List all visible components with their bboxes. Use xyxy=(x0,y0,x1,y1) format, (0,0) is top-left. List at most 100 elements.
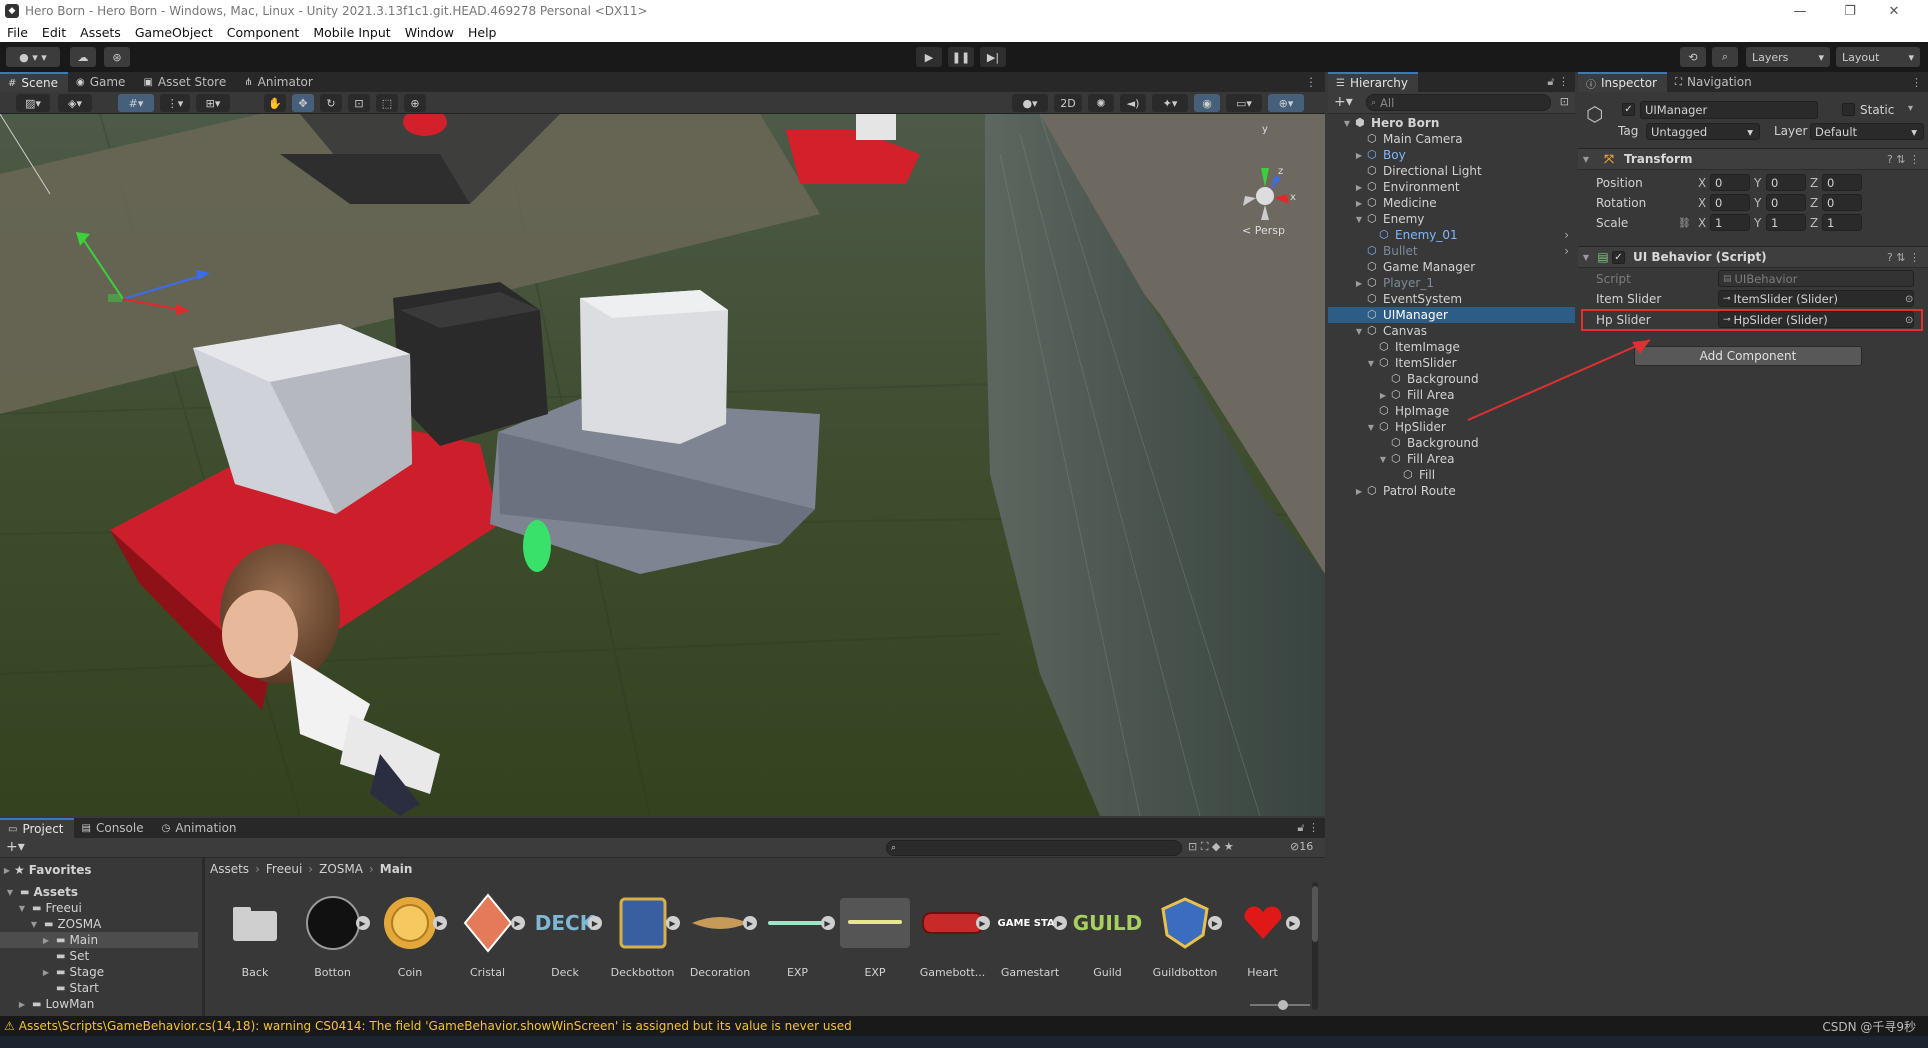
expand-arrow-icon[interactable]: ▼ xyxy=(1354,327,1364,336)
asset-item[interactable]: ▶ Botton xyxy=(296,890,370,979)
menu-window[interactable]: Window xyxy=(398,25,461,40)
transform-y-field[interactable]: 0 xyxy=(1766,174,1806,191)
gizmos-button[interactable]: ⊕▾ xyxy=(1268,94,1304,112)
tab-navigation[interactable]: ⛶ Navigation xyxy=(1667,72,1762,92)
cloud-icon[interactable]: ☁ xyxy=(70,47,96,67)
scene-menu-icon[interactable]: ⋮ xyxy=(1297,72,1325,92)
expand-sprite-icon[interactable]: ▶ xyxy=(433,916,447,930)
axis-x-label[interactable]: X xyxy=(1698,216,1706,230)
hierarchy-item[interactable]: ▼ ⬡ Enemy xyxy=(1328,211,1575,227)
breadcrumb-main[interactable]: Main xyxy=(380,862,413,876)
asset-item[interactable]: GAME STAR ▶ Gamestart xyxy=(993,890,1067,979)
tab-inspector[interactable]: ⓘ Inspector xyxy=(1578,72,1667,92)
folder-arrow-icon[interactable]: ▶ xyxy=(40,936,52,945)
expand-arrow-icon[interactable]: ▼ xyxy=(1378,455,1388,464)
status-bar[interactable]: ⚠ Assets\Scripts\GameBehavior.cs(14,18):… xyxy=(0,1016,1928,1036)
layout-dropdown[interactable]: Layout ▾ xyxy=(1836,47,1920,67)
camera-button[interactable]: ▭▾ xyxy=(1226,94,1262,112)
asset-item[interactable]: ▶ Coin xyxy=(373,890,447,979)
move-tool-icon[interactable]: ✥ xyxy=(292,94,314,112)
menu-gameobject[interactable]: GameObject xyxy=(128,25,220,40)
hierarchy-item[interactable]: ▶ ⬡ Environment xyxy=(1328,179,1575,195)
transform-x-field[interactable]: 0 xyxy=(1710,194,1750,211)
shading-button[interactable]: ●▾ xyxy=(1012,94,1048,112)
lighting-icon[interactable]: ✺ xyxy=(1088,94,1114,112)
project-folder-item[interactable]: ▼ ▬ Assets xyxy=(0,884,198,900)
project-folder-item[interactable]: ▼ ▬ ZOSMA xyxy=(0,916,198,932)
transform-z-field[interactable]: 0 xyxy=(1822,174,1862,191)
component-settings-icon[interactable]: ? ⇅ ⋮ xyxy=(1887,153,1920,166)
asset-item[interactable]: ▶ Gamebott... xyxy=(916,890,990,979)
axis-y-label[interactable]: Y xyxy=(1754,176,1761,190)
grid-snap-button[interactable]: #▾ xyxy=(118,94,154,112)
static-checkbox[interactable]: ✓ xyxy=(1842,103,1855,116)
menu-component[interactable]: Component xyxy=(220,25,307,40)
expand-sprite-icon[interactable]: ▶ xyxy=(588,916,602,930)
axis-y-label[interactable]: Y xyxy=(1754,216,1761,230)
transform-header[interactable]: ▼ ⤧ Transform ? ⇅ ⋮ xyxy=(1578,148,1928,170)
expand-sprite-icon[interactable]: ▶ xyxy=(355,916,370,930)
expand-sprite-icon[interactable]: ▶ xyxy=(510,916,525,930)
menu-file[interactable]: File xyxy=(0,25,35,40)
project-folder-item[interactable]: ▼ ▬ Freeui xyxy=(0,900,198,916)
tab-project[interactable]: ▭ Project xyxy=(0,818,74,838)
project-folder-item[interactable]: ▶ ▬ Stage xyxy=(0,964,198,980)
expand-sprite-icon[interactable]: ▶ xyxy=(665,916,680,930)
asset-item[interactable]: ▶ Decoration xyxy=(683,890,757,979)
asset-item[interactable]: DECK ▶ Deck xyxy=(528,890,602,979)
expand-arrow-icon[interactable]: ▼ xyxy=(1366,423,1376,432)
scale-tool-icon[interactable]: ⊡ xyxy=(348,94,370,112)
rotate-tool-icon[interactable]: ↻ xyxy=(320,94,342,112)
transform-z-field[interactable]: 0 xyxy=(1822,194,1862,211)
asset-item[interactable]: ▶ EXP xyxy=(761,890,835,979)
project-folder-item[interactable]: ▶ ▬ LowMan xyxy=(0,996,198,1012)
component-enabled-checkbox[interactable]: ✓ xyxy=(1612,250,1625,264)
hand-tool-icon[interactable]: ✋ xyxy=(264,94,286,112)
rect-tool-icon[interactable]: ⬚ xyxy=(376,94,398,112)
hierarchy-item[interactable]: ⬡ UIManager xyxy=(1328,307,1575,323)
hierarchy-item[interactable]: ⬡ Enemy_01 › xyxy=(1328,227,1575,243)
expand-sprite-icon[interactable]: ▶ xyxy=(1208,916,1222,930)
expand-sprite-icon[interactable]: ▶ xyxy=(743,916,757,930)
increment-snap-button[interactable]: ⊞▾ xyxy=(196,94,230,112)
hierarchy-item[interactable]: ⬡ Fill xyxy=(1328,467,1575,483)
expand-arrow-icon[interactable]: ▼ xyxy=(1366,359,1376,368)
hierarchy-item[interactable]: ⬡ Game Manager xyxy=(1328,259,1575,275)
hierarchy-item[interactable]: ⬡ Bullet › xyxy=(1328,243,1575,259)
folder-arrow-icon[interactable]: ▼ xyxy=(16,904,28,913)
folder-arrow-icon[interactable]: ▼ xyxy=(28,920,40,929)
asset-item[interactable]: ▶ Deckbotton xyxy=(606,890,680,979)
prefab-open-icon[interactable]: › xyxy=(1564,228,1569,242)
prefab-open-icon[interactable]: › xyxy=(1564,244,1569,258)
zoom-slider[interactable] xyxy=(1250,1000,1310,1010)
breadcrumb-assets[interactable]: Assets xyxy=(210,862,249,876)
collapse-arrow-icon[interactable]: ▼ xyxy=(1578,155,1594,164)
grid-icon[interactable]: ⋮▾ xyxy=(160,94,190,112)
hierarchy-search-input[interactable]: ⌕ All xyxy=(1366,94,1551,111)
folder-arrow-icon[interactable]: ▶ xyxy=(40,968,52,977)
tab-animator[interactable]: ⋔ Animator xyxy=(236,72,323,92)
hierarchy-item[interactable]: ▶ ⬡ Boy xyxy=(1328,147,1575,163)
hierarchy-item[interactable]: ▶ ⬡ Player_1 xyxy=(1328,275,1575,291)
static-dropdown-icon[interactable]: ▾ xyxy=(1908,103,1913,114)
tab-game[interactable]: ◉ Game xyxy=(68,72,135,92)
expand-arrow-icon[interactable]: ▼ xyxy=(1342,119,1352,128)
axis-z-label[interactable]: Z xyxy=(1810,176,1818,190)
layers-dropdown[interactable]: Layers ▾ xyxy=(1746,47,1830,67)
tab-animation[interactable]: ◷ Animation xyxy=(154,818,247,838)
constrain-proportions-icon[interactable]: ⛓ xyxy=(1678,218,1691,229)
project-folder-item[interactable]: ▬ Set xyxy=(0,948,198,964)
hierarchy-item[interactable]: ⬡ Directional Light xyxy=(1328,163,1575,179)
project-search-input[interactable]: ⌕ xyxy=(886,840,1182,856)
axis-x-label[interactable]: X xyxy=(1698,196,1706,210)
layer-dropdown[interactable]: Default ▾ xyxy=(1810,123,1924,140)
collapse-arrow-icon[interactable]: ▶ xyxy=(1354,199,1364,208)
menu-mobile-input[interactable]: Mobile Input xyxy=(306,25,397,40)
asset-item[interactable]: ▶ Heart xyxy=(1226,890,1300,979)
tab-asset-store[interactable]: ▣ Asset Store xyxy=(135,72,236,92)
collapse-arrow-icon[interactable]: ▶ xyxy=(1354,151,1364,160)
hierarchy-item[interactable]: ▶ ⬡ Medicine xyxy=(1328,195,1575,211)
menu-help[interactable]: Help xyxy=(461,25,504,40)
folder-arrow-icon[interactable]: ▼ xyxy=(4,888,16,897)
axis-y-label[interactable]: Y xyxy=(1754,196,1761,210)
